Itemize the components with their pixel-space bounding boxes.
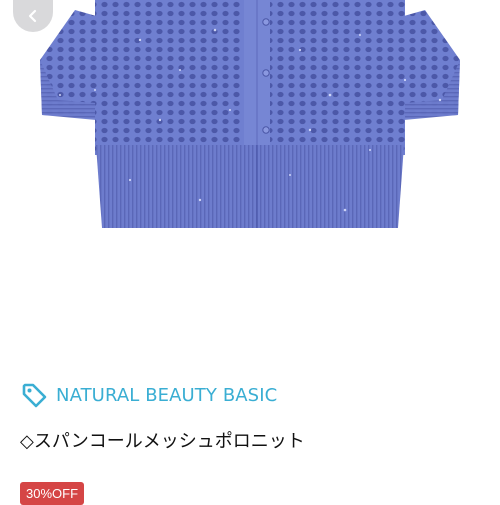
brand-link[interactable]: NATURAL BEAUTY BASIC [20, 378, 277, 412]
brand-name: NATURAL BEAUTY BASIC [56, 384, 278, 406]
tag-icon [22, 383, 47, 408]
product-title: ◇スパンコールメッシュポロニット [20, 431, 305, 452]
discount-badge: 30%OFF [20, 482, 85, 505]
cardigan-photo [40, 0, 460, 228]
product-image[interactable] [0, 0, 500, 300]
chevron-left-icon [28, 9, 37, 23]
